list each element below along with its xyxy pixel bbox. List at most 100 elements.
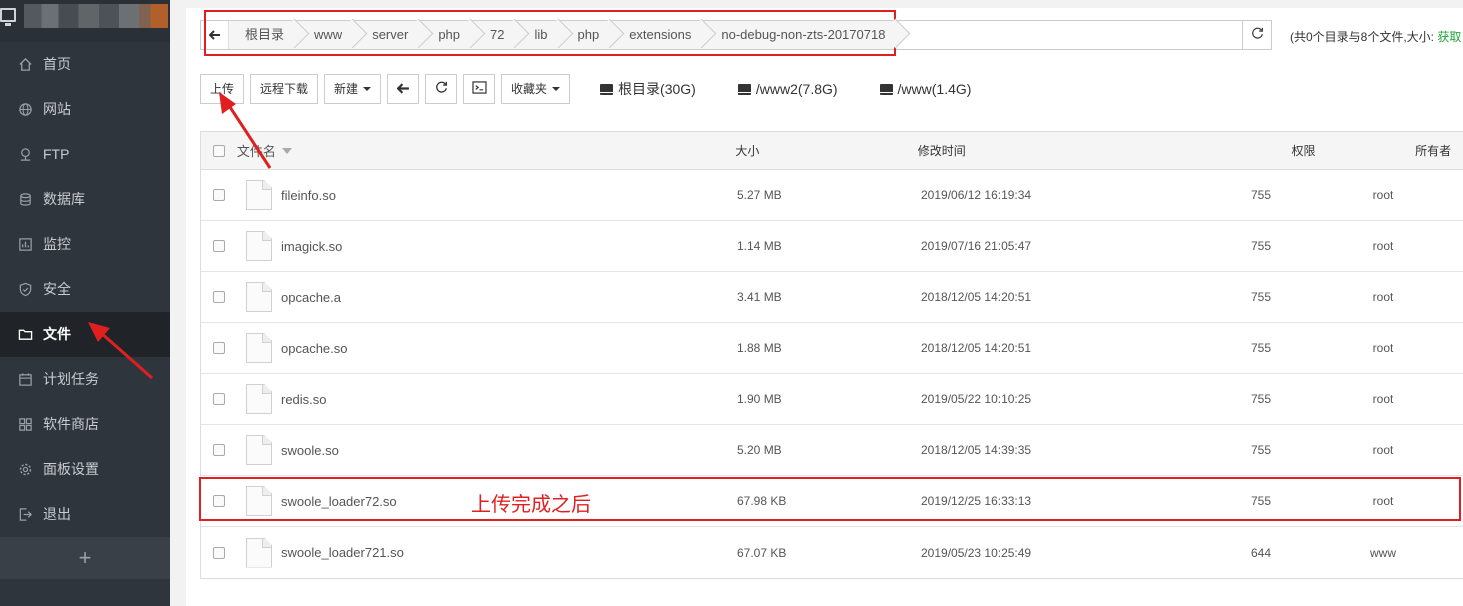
- new-dropdown-button[interactable]: 新建: [324, 74, 382, 104]
- file-permission[interactable]: 644: [1251, 546, 1343, 560]
- file-name[interactable]: swoole_loader721.so: [281, 545, 737, 560]
- sort-caret-icon: [281, 147, 292, 154]
- file-owner: root: [1372, 188, 1394, 202]
- disk-www[interactable]: /www(1.4G): [879, 81, 972, 97]
- sidebar-item-security[interactable]: 安全: [0, 267, 170, 312]
- table-header: 文件名 大小 修改时间 权限 所有者: [201, 132, 1463, 170]
- file-mtime: 2019/06/12 16:19:34: [921, 188, 1032, 202]
- row-checkbox[interactable]: [213, 393, 225, 405]
- favorites-label: 收藏夹: [511, 82, 548, 96]
- file-name[interactable]: imagick.so: [281, 239, 737, 254]
- header-owner[interactable]: 所有者: [1403, 142, 1463, 159]
- terminal-icon: [471, 75, 487, 103]
- row-checkbox[interactable]: [213, 240, 225, 252]
- sidebar-item-cron[interactable]: 计划任务: [0, 357, 170, 402]
- file-name[interactable]: opcache.a: [281, 290, 737, 305]
- header-mtime[interactable]: 修改时间: [918, 142, 1292, 159]
- get-size-link[interactable]: 获取: [1437, 30, 1461, 44]
- row-checkbox[interactable]: [213, 291, 225, 303]
- header-name-label: 文件名: [236, 144, 276, 159]
- sidebar-item-website[interactable]: 网站: [0, 87, 170, 132]
- sidebar-header: [0, 0, 170, 42]
- summary-text: (共0个目录与8个文件,大小:: [1290, 30, 1438, 44]
- table-row[interactable]: swoole.so 5.20 MB 2018/12/05 14:39:35 75…: [201, 425, 1463, 476]
- file-size: 5.20 MB: [737, 443, 782, 457]
- remote-download-button[interactable]: 远程下载: [250, 74, 319, 104]
- file-icon: [246, 435, 272, 465]
- file-permission[interactable]: 755: [1251, 188, 1343, 202]
- sidebar-item-monitor[interactable]: 监控: [0, 222, 170, 267]
- file-name[interactable]: opcache.so: [281, 341, 737, 356]
- hard-drive-icon: [737, 83, 751, 95]
- sidebar-item-ftp[interactable]: FTP: [0, 132, 170, 177]
- select-all-checkbox-cell[interactable]: [201, 144, 237, 157]
- file-name[interactable]: redis.so: [281, 392, 737, 407]
- upload-button[interactable]: 上传: [200, 74, 245, 104]
- table-row[interactable]: redis.so 1.90 MB 2019/05/22 10:10:25 755…: [201, 374, 1463, 425]
- file-permission[interactable]: 755: [1251, 239, 1343, 253]
- gear-icon: [17, 462, 33, 478]
- file-name[interactable]: fileinfo.so: [281, 188, 737, 203]
- hard-drive-icon: [600, 83, 614, 95]
- globe-icon: [17, 102, 33, 118]
- file-permission[interactable]: 755: [1251, 443, 1343, 457]
- add-panel-button[interactable]: +: [0, 537, 170, 579]
- file-size: 67.07 KB: [737, 545, 787, 560]
- row-checkbox[interactable]: [213, 546, 225, 559]
- database-icon: [17, 192, 33, 208]
- file-owner: root: [1372, 392, 1394, 406]
- sidebar-item-label: FTP: [43, 146, 70, 162]
- file-mtime: 2018/12/05 14:20:51: [921, 341, 1032, 355]
- file-icon: [246, 282, 272, 312]
- sidebar-item-home[interactable]: 首页: [0, 42, 170, 87]
- sidebar-item-label: 首页: [43, 56, 71, 72]
- row-checkbox[interactable]: [213, 342, 225, 354]
- file-mtime: 2018/12/05 14:20:51: [921, 290, 1032, 304]
- table-row[interactable]: swoole_loader721.so 67.07 KB 2019/05/23 …: [201, 527, 1463, 578]
- header-name[interactable]: 文件名: [237, 141, 735, 160]
- file-permission[interactable]: 755: [1251, 341, 1343, 355]
- file-size: 1.14 MB: [737, 239, 782, 253]
- monitor-icon: [17, 237, 33, 253]
- sidebar-item-database[interactable]: 数据库: [0, 177, 170, 222]
- sidebar-item-store[interactable]: 软件商店: [0, 402, 170, 447]
- header-size[interactable]: 大小: [735, 142, 917, 159]
- header-permission[interactable]: 权限: [1292, 142, 1404, 159]
- file-mtime: 2019/05/22 10:10:25: [921, 392, 1032, 406]
- sidebar-item-settings[interactable]: 面板设置: [0, 447, 170, 492]
- file-icon: [246, 333, 272, 363]
- disk-www2[interactable]: /www2(7.8G): [737, 81, 838, 97]
- file-owner: www: [1370, 545, 1396, 560]
- terminal-button[interactable]: [463, 74, 496, 104]
- table-row[interactable]: opcache.so 1.88 MB 2018/12/05 14:20:51 7…: [201, 323, 1463, 374]
- file-size: 1.88 MB: [737, 341, 782, 355]
- folder-icon: [17, 327, 33, 343]
- table-row[interactable]: opcache.a 3.41 MB 2018/12/05 14:20:51 75…: [201, 272, 1463, 323]
- back-button[interactable]: [387, 74, 420, 104]
- calendar-icon: [17, 372, 33, 388]
- file-mtime: 2018/12/05 14:39:35: [921, 443, 1032, 457]
- new-button-label: 新建: [334, 82, 359, 96]
- refresh-icon: [1251, 27, 1264, 43]
- refresh-button[interactable]: [425, 74, 458, 104]
- table-row[interactable]: imagick.so 1.14 MB 2019/07/16 21:05:47 7…: [201, 221, 1463, 272]
- favorites-dropdown-button[interactable]: 收藏夹: [501, 74, 571, 104]
- sidebar-item-logout[interactable]: 退出: [0, 492, 170, 537]
- table-row[interactable]: fileinfo.so 5.27 MB 2019/06/12 16:19:34 …: [201, 170, 1463, 221]
- sidebar-item-files[interactable]: 文件: [0, 312, 170, 357]
- file-size: 1.90 MB: [737, 392, 782, 406]
- file-owner: root: [1372, 443, 1394, 457]
- row-checkbox[interactable]: [213, 189, 225, 201]
- select-all-checkbox[interactable]: [212, 144, 225, 157]
- file-permission[interactable]: 755: [1251, 392, 1343, 406]
- disk-label: /www(1.4G): [897, 81, 972, 97]
- file-toolbar: 上传 远程下载 新建 收藏夹 根目录(30G) /www2(7.8G) /www…: [200, 74, 971, 104]
- file-manager: 根目录 www server php 72 lib php extensions…: [186, 8, 1463, 606]
- file-name[interactable]: swoole.so: [281, 443, 737, 458]
- row-checkbox[interactable]: [213, 444, 225, 456]
- annotation-text: 上传完成之后: [471, 494, 591, 516]
- path-refresh-button[interactable]: [1242, 20, 1272, 50]
- disk-root[interactable]: 根目录(30G): [600, 79, 696, 99]
- sidebar-item-label: 退出: [43, 506, 71, 522]
- file-permission[interactable]: 755: [1251, 290, 1343, 304]
